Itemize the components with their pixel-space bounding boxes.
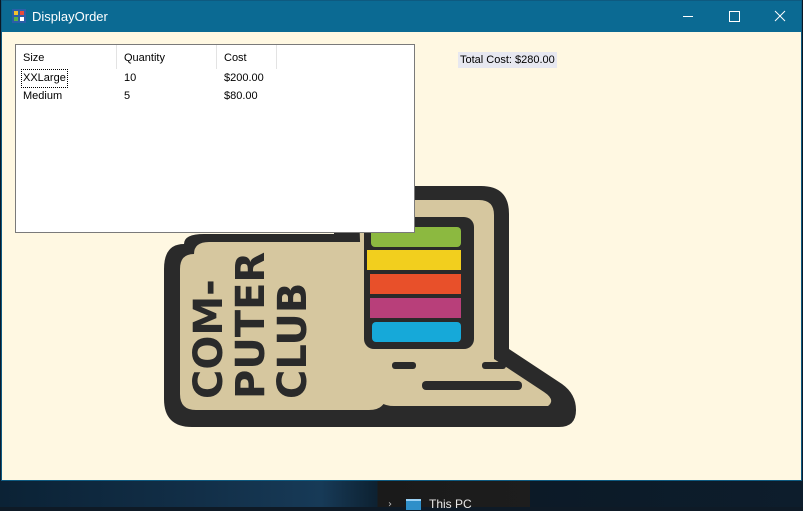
cell-cost: $80.00 xyxy=(224,90,258,102)
list-header: Size Quantity Cost xyxy=(16,45,414,69)
chevron-right-icon[interactable]: › xyxy=(388,499,392,510)
logo-text-line-3: CLUB xyxy=(270,283,316,399)
list-item[interactable]: XXLarge 10 $200.00 xyxy=(16,69,414,88)
logo-stripe xyxy=(370,298,461,318)
maximize-icon[interactable] xyxy=(711,1,757,32)
close-icon[interactable] xyxy=(757,1,803,32)
logo-stripe xyxy=(372,322,461,342)
cell-size: Medium xyxy=(23,90,63,102)
cell-cost: $200.00 xyxy=(224,72,264,84)
logo-stripe xyxy=(370,274,461,294)
cell-size: XXLarge xyxy=(21,69,68,88)
window-title: DisplayOrder xyxy=(32,9,108,24)
logo-stripe xyxy=(367,250,461,270)
order-list-view[interactable]: Size Quantity Cost XXLarge 10 $200.00 Me… xyxy=(15,44,415,233)
cell-quantity: 10 xyxy=(124,72,137,84)
column-header-size[interactable]: Size xyxy=(16,45,117,69)
column-header-cost[interactable]: Cost xyxy=(217,45,277,69)
desktop-strip xyxy=(0,481,803,507)
display-order-window: DisplayOrder COM- PUTER CLUB Size Quanti… xyxy=(1,0,802,481)
cell-quantity: 5 xyxy=(124,90,131,102)
app-icon xyxy=(12,9,26,23)
column-header-quantity[interactable]: Quantity xyxy=(117,45,217,69)
explorer-item-this-pc[interactable]: This PC xyxy=(429,497,472,511)
list-item[interactable]: Medium 5 $80.00 xyxy=(16,88,414,105)
total-cost-label: Total Cost: $280.00 xyxy=(458,52,557,68)
minimize-icon[interactable] xyxy=(665,1,711,32)
title-bar[interactable]: DisplayOrder xyxy=(2,1,801,32)
logo-text-line-2: PUTER xyxy=(228,252,274,399)
logo-text-line-1: COM- xyxy=(186,279,232,399)
computer-icon xyxy=(406,499,421,510)
